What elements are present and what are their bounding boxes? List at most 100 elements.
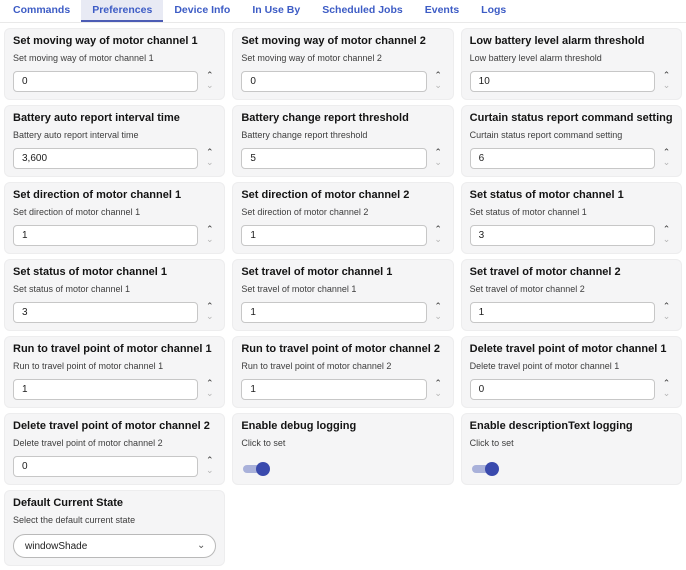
chevron-up-icon: ⌃	[434, 225, 442, 235]
tab-label: Preferences	[92, 4, 152, 16]
preference-subtitle: Set direction of motor channel 2	[241, 207, 444, 218]
preference-card: Battery auto report interval time Batter…	[4, 105, 225, 177]
preference-number-input[interactable]	[13, 71, 198, 92]
preference-number-input[interactable]	[13, 148, 198, 169]
stepper-up-button[interactable]: ⌃	[660, 72, 673, 82]
tab-logs[interactable]: Logs	[470, 0, 517, 22]
tab-scheduled-jobs[interactable]: Scheduled Jobs	[311, 0, 414, 22]
preference-number-input[interactable]	[470, 225, 655, 246]
preference-number-input[interactable]	[13, 302, 198, 323]
number-stepper: ⌃ ⌄	[660, 149, 673, 169]
preference-number-input[interactable]	[13, 379, 198, 400]
preference-card: Delete travel point of motor channel 1 D…	[461, 336, 682, 408]
preference-subtitle: Set travel of motor channel 1	[241, 284, 444, 295]
tab-device-info[interactable]: Device Info	[163, 0, 241, 22]
number-input-row: ⌃ ⌄	[470, 225, 673, 246]
tab-in-use-by[interactable]: In Use By	[241, 0, 311, 22]
number-input-row: ⌃ ⌄	[241, 148, 444, 169]
stepper-down-button[interactable]: ⌄	[432, 313, 445, 323]
chevron-up-icon: ⌃	[663, 379, 671, 389]
stepper-up-button[interactable]: ⌃	[432, 380, 445, 390]
tab-preferences[interactable]: Preferences	[81, 0, 163, 22]
chevron-up-icon: ⌃	[434, 379, 442, 389]
stepper-down-button[interactable]: ⌄	[660, 313, 673, 323]
stepper-down-button[interactable]: ⌄	[432, 236, 445, 246]
preference-number-input[interactable]	[241, 302, 426, 323]
chevron-down-icon: ⌄	[663, 81, 671, 91]
stepper-up-button[interactable]: ⌃	[660, 226, 673, 236]
stepper-up-button[interactable]: ⌃	[432, 226, 445, 236]
preference-number-input[interactable]	[470, 71, 655, 92]
preference-number-input[interactable]	[241, 71, 426, 92]
chevron-down-icon: ⌄	[663, 158, 671, 168]
stepper-down-button[interactable]: ⌄	[203, 390, 216, 400]
preference-subtitle: Battery change report threshold	[241, 130, 444, 141]
toggle-switch[interactable]	[243, 462, 270, 476]
preference-subtitle: Run to travel point of motor channel 2	[241, 361, 444, 372]
number-input-row: ⌃ ⌄	[470, 302, 673, 323]
preference-select[interactable]: windowShade ⌄	[13, 534, 216, 558]
number-stepper: ⌃ ⌄	[432, 149, 445, 169]
stepper-up-button[interactable]: ⌃	[203, 226, 216, 236]
stepper-down-button[interactable]: ⌄	[660, 236, 673, 246]
stepper-down-button[interactable]: ⌄	[660, 390, 673, 400]
preference-title: Battery auto report interval time	[13, 112, 216, 125]
tab-commands[interactable]: Commands	[2, 0, 81, 22]
number-stepper: ⌃ ⌄	[203, 303, 216, 323]
chevron-up-icon: ⌃	[434, 148, 442, 158]
preference-number-input[interactable]	[470, 379, 655, 400]
preference-number-input[interactable]	[470, 148, 655, 169]
stepper-down-button[interactable]: ⌄	[203, 313, 216, 323]
number-stepper: ⌃ ⌄	[660, 226, 673, 246]
number-input-row: ⌃ ⌄	[470, 71, 673, 92]
stepper-down-button[interactable]: ⌄	[432, 82, 445, 92]
stepper-up-button[interactable]: ⌃	[203, 457, 216, 467]
preference-number-input[interactable]	[470, 302, 655, 323]
number-stepper: ⌃ ⌄	[203, 457, 216, 477]
number-input-row: ⌃ ⌄	[470, 379, 673, 400]
preference-title: Enable debug logging	[241, 420, 444, 433]
chevron-up-icon: ⌃	[663, 225, 671, 235]
chevron-down-icon: ⌄	[206, 389, 214, 399]
stepper-down-button[interactable]: ⌄	[432, 159, 445, 169]
stepper-up-button[interactable]: ⌃	[660, 149, 673, 159]
preference-card: Set direction of motor channel 2 Set dir…	[232, 182, 453, 254]
tab-events[interactable]: Events	[414, 0, 470, 22]
stepper-down-button[interactable]: ⌄	[203, 236, 216, 246]
stepper-up-button[interactable]: ⌃	[660, 380, 673, 390]
preference-number-input[interactable]	[13, 456, 198, 477]
number-input-row: ⌃ ⌄	[13, 148, 216, 169]
number-stepper: ⌃ ⌄	[432, 303, 445, 323]
number-input-row: ⌃ ⌄	[13, 71, 216, 92]
preference-card: Run to travel point of motor channel 2 R…	[232, 336, 453, 408]
stepper-up-button[interactable]: ⌃	[203, 149, 216, 159]
stepper-up-button[interactable]: ⌃	[203, 380, 216, 390]
tab-label: Events	[425, 4, 459, 16]
stepper-up-button[interactable]: ⌃	[432, 72, 445, 82]
stepper-up-button[interactable]: ⌃	[432, 303, 445, 313]
stepper-down-button[interactable]: ⌄	[432, 390, 445, 400]
stepper-up-button[interactable]: ⌃	[203, 72, 216, 82]
stepper-up-button[interactable]: ⌃	[203, 303, 216, 313]
stepper-up-button[interactable]: ⌃	[432, 149, 445, 159]
stepper-up-button[interactable]: ⌃	[660, 303, 673, 313]
preference-title: Set status of motor channel 1	[470, 189, 673, 202]
toggle-switch[interactable]	[472, 462, 499, 476]
number-stepper: ⌃ ⌄	[660, 380, 673, 400]
stepper-down-button[interactable]: ⌄	[203, 467, 216, 477]
preference-number-input[interactable]	[241, 225, 426, 246]
stepper-down-button[interactable]: ⌄	[203, 159, 216, 169]
preference-number-input[interactable]	[241, 148, 426, 169]
stepper-down-button[interactable]: ⌄	[660, 82, 673, 92]
preference-subtitle: Delete travel point of motor channel 2	[13, 438, 216, 449]
preference-number-input[interactable]	[241, 379, 426, 400]
chevron-down-icon: ⌄	[663, 235, 671, 245]
preference-card: Set status of motor channel 1 Set status…	[461, 182, 682, 254]
number-input-row: ⌃ ⌄	[13, 225, 216, 246]
preference-card: Enable descriptionText logging Click to …	[461, 413, 682, 485]
preference-number-input[interactable]	[13, 225, 198, 246]
stepper-down-button[interactable]: ⌄	[660, 159, 673, 169]
chevron-up-icon: ⌃	[206, 225, 214, 235]
select-value: windowShade	[25, 541, 87, 552]
stepper-down-button[interactable]: ⌄	[203, 82, 216, 92]
